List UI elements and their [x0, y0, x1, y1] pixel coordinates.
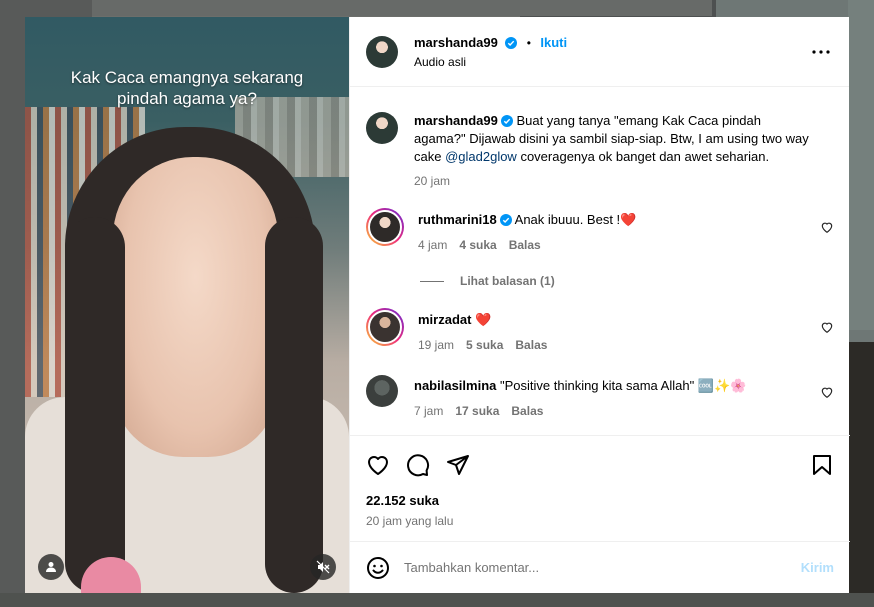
- reply-button[interactable]: Balas: [515, 338, 547, 352]
- mute-button[interactable]: [310, 554, 336, 580]
- mention-link[interactable]: @glad2glow: [445, 149, 517, 164]
- follow-button[interactable]: Ikuti: [540, 35, 567, 50]
- view-replies-button[interactable]: Lihat balasan (1): [420, 274, 555, 288]
- heart-icon[interactable]: [820, 385, 834, 399]
- heart-icon[interactable]: [820, 220, 834, 234]
- mute-icon: [316, 560, 330, 574]
- avatar[interactable]: [366, 308, 404, 346]
- verified-icon: [500, 115, 513, 127]
- save-icon[interactable]: [810, 453, 834, 477]
- comment-likes[interactable]: 4 suka: [459, 238, 496, 252]
- verified-icon: [499, 214, 512, 226]
- like-icon[interactable]: [366, 453, 390, 477]
- avatar[interactable]: [366, 112, 398, 144]
- caption-time: 20 jam: [414, 174, 451, 188]
- likes-count[interactable]: 22.152 suka: [366, 493, 439, 508]
- comments-list[interactable]: marshanda99 Buat yang tanya "emang Kak C…: [350, 88, 850, 435]
- post-actions: 22.152 suka 20 jam yang lalu: [350, 435, 850, 541]
- reel-video[interactable]: Kak Caca emangnya sekarang pindah agama …: [25, 17, 349, 593]
- post-modal: Kak Caca emangnya sekarang pindah agama …: [25, 17, 850, 593]
- audio-link[interactable]: Audio asli: [414, 55, 567, 69]
- post-side-panel: marshanda99 • Ikuti Audio asli marshanda…: [349, 17, 850, 593]
- post-time: 20 jam yang lalu: [366, 514, 454, 528]
- avatar[interactable]: [366, 35, 398, 68]
- user-icon: [46, 562, 56, 572]
- comment-item: mirzadat ❤️ 19 jam 5 suka Balas: [366, 308, 834, 352]
- emoji-icon[interactable]: [366, 556, 390, 580]
- comment-likes[interactable]: 17 suka: [455, 404, 499, 418]
- reply-button[interactable]: Balas: [509, 238, 541, 252]
- comment-likes[interactable]: 5 suka: [466, 338, 503, 352]
- comment-icon[interactable]: [406, 453, 430, 477]
- comment-item: ruthmarini18 Anak ibuuu. Best !❤️ 4 jam …: [366, 208, 834, 252]
- share-icon[interactable]: [446, 453, 470, 477]
- video-caption: Kak Caca emangnya sekarang pindah agama …: [70, 68, 304, 108]
- tagged-users-button[interactable]: [38, 554, 64, 580]
- add-comment-bar: Kirim: [350, 541, 850, 593]
- avatar[interactable]: [366, 208, 404, 246]
- comment-item: nabilasilmina "Positive thinking kita sa…: [366, 375, 834, 418]
- heart-icon[interactable]: [820, 320, 834, 334]
- face: [113, 157, 278, 457]
- avatar[interactable]: [366, 375, 398, 407]
- post-caption: marshanda99 Buat yang tanya "emang Kak C…: [366, 112, 834, 188]
- more-options-button[interactable]: [809, 40, 833, 64]
- reply-button[interactable]: Balas: [511, 404, 543, 418]
- comment-input[interactable]: [404, 560, 801, 575]
- send-button[interactable]: Kirim: [801, 560, 834, 575]
- verified-icon: [505, 37, 518, 49]
- more-icon: [812, 49, 830, 54]
- post-header: marshanda99 • Ikuti Audio asli: [350, 17, 849, 87]
- author-username[interactable]: marshanda99: [414, 35, 498, 50]
